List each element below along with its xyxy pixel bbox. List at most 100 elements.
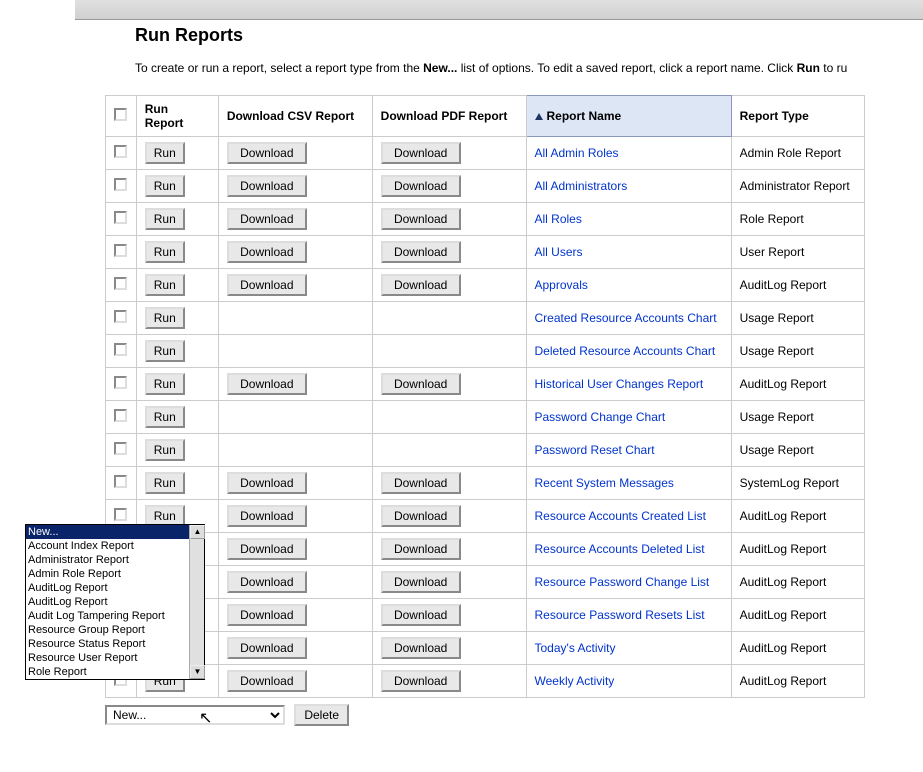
header-report-type[interactable]: Report Type	[731, 96, 864, 137]
dropdown-option[interactable]: Account Index Report	[26, 539, 204, 553]
report-name-link[interactable]: Resource Password Resets List	[535, 608, 705, 622]
row-checkbox[interactable]	[114, 310, 127, 323]
delete-button[interactable]: Delete	[294, 704, 349, 726]
download-csv-button[interactable]: Download	[227, 175, 307, 197]
csv-cell	[218, 401, 372, 434]
scroll-up-icon[interactable]: ▲	[190, 525, 205, 539]
row-checkbox[interactable]	[114, 145, 127, 158]
report-name-link[interactable]: Password Reset Chart	[535, 443, 655, 457]
run-button[interactable]: Run	[145, 175, 185, 197]
row-checkbox[interactable]	[114, 343, 127, 356]
report-type-cell: AuditLog Report	[731, 533, 864, 566]
download-csv-button[interactable]: Download	[227, 505, 307, 527]
row-checkbox[interactable]	[114, 211, 127, 224]
report-name-link[interactable]: All Administrators	[535, 179, 628, 193]
download-pdf-button[interactable]: Download	[381, 142, 461, 164]
download-pdf-button[interactable]: Download	[381, 241, 461, 263]
report-name-cell: Resource Password Change List	[526, 566, 731, 599]
run-button[interactable]: Run	[145, 340, 185, 362]
report-name-link[interactable]: Approvals	[535, 278, 588, 292]
download-pdf-button[interactable]: Download	[381, 472, 461, 494]
run-button[interactable]: Run	[145, 373, 185, 395]
download-pdf-button[interactable]: Download	[381, 538, 461, 560]
run-button[interactable]: Run	[145, 307, 185, 329]
download-pdf-button[interactable]: Download	[381, 274, 461, 296]
header-report-name[interactable]: Report Name	[526, 96, 731, 137]
download-pdf-button[interactable]: Download	[381, 208, 461, 230]
csv-cell: Download	[218, 269, 372, 302]
report-name-link[interactable]: All Roles	[535, 212, 582, 226]
dropdown-option[interactable]: New...	[26, 525, 204, 539]
run-button[interactable]: Run	[145, 241, 185, 263]
dropdown-option[interactable]: Resource User Report	[26, 651, 204, 665]
report-name-link[interactable]: Resource Accounts Deleted List	[535, 542, 705, 556]
dropdown-option[interactable]: Administrator Report	[26, 553, 204, 567]
download-csv-button[interactable]: Download	[227, 670, 307, 692]
download-csv-button[interactable]: Download	[227, 142, 307, 164]
run-button[interactable]: Run	[145, 406, 185, 428]
download-pdf-button[interactable]: Download	[381, 670, 461, 692]
download-pdf-button[interactable]: Download	[381, 571, 461, 593]
download-csv-button[interactable]: Download	[227, 538, 307, 560]
row-checkbox[interactable]	[114, 244, 127, 257]
header-checkbox[interactable]	[106, 96, 137, 137]
report-name-link[interactable]: Recent System Messages	[535, 476, 674, 490]
run-button[interactable]: Run	[145, 472, 185, 494]
report-name-link[interactable]: Historical User Changes Report	[535, 377, 704, 391]
row-checkbox[interactable]	[114, 442, 127, 455]
row-checkbox[interactable]	[114, 475, 127, 488]
download-csv-button[interactable]: Download	[227, 373, 307, 395]
dropdown-option[interactable]: AuditLog Report	[26, 581, 204, 595]
select-all-checkbox[interactable]	[114, 108, 127, 121]
report-name-link[interactable]: Created Resource Accounts Chart	[535, 311, 717, 325]
download-csv-button[interactable]: Download	[227, 241, 307, 263]
report-name-link[interactable]: All Users	[535, 245, 583, 259]
dropdown-option[interactable]: Role Report	[26, 665, 204, 679]
header-run[interactable]: Run Report	[136, 96, 218, 137]
report-name-link[interactable]: Resource Accounts Created List	[535, 509, 706, 523]
download-csv-button[interactable]: Download	[227, 472, 307, 494]
run-button[interactable]: Run	[145, 208, 185, 230]
report-name-link[interactable]: Weekly Activity	[535, 674, 615, 688]
download-csv-button[interactable]: Download	[227, 637, 307, 659]
header-csv[interactable]: Download CSV Report	[218, 96, 372, 137]
header-pdf[interactable]: Download PDF Report	[372, 96, 526, 137]
dropdown-option[interactable]: Resource Status Report	[26, 637, 204, 651]
row-checkbox[interactable]	[114, 178, 127, 191]
report-name-link[interactable]: Password Change Chart	[535, 410, 666, 424]
dropdown-option[interactable]: Resource Group Report	[26, 623, 204, 637]
download-csv-button[interactable]: Download	[227, 208, 307, 230]
row-checkbox[interactable]	[114, 508, 127, 521]
report-name-link[interactable]: All Admin Roles	[535, 146, 619, 160]
download-pdf-button[interactable]: Download	[381, 637, 461, 659]
report-name-link[interactable]: Resource Password Change List	[535, 575, 710, 589]
dropdown-option[interactable]: Audit Log Tampering Report	[26, 609, 204, 623]
download-pdf-button[interactable]: Download	[381, 175, 461, 197]
row-checkbox[interactable]	[114, 277, 127, 290]
pdf-cell: Download	[372, 137, 526, 170]
download-csv-button[interactable]: Download	[227, 604, 307, 626]
scroll-down-icon[interactable]: ▼	[190, 665, 205, 679]
row-checkbox[interactable]	[114, 409, 127, 422]
report-name-link[interactable]: Today's Activity	[535, 641, 616, 655]
download-csv-button[interactable]: Download	[227, 274, 307, 296]
dropdown-scrollbar[interactable]: ▲ ▼	[189, 525, 204, 679]
pdf-cell: Download	[372, 170, 526, 203]
report-name-cell: All Roles	[526, 203, 731, 236]
run-button[interactable]: Run	[145, 142, 185, 164]
dropdown-option[interactable]: Admin Role Report	[26, 567, 204, 581]
run-button[interactable]: Run	[145, 274, 185, 296]
download-pdf-button[interactable]: Download	[381, 505, 461, 527]
new-report-dropdown-open[interactable]: New...Account Index ReportAdministrator …	[25, 524, 205, 680]
row-checkbox[interactable]	[114, 376, 127, 389]
run-button[interactable]: Run	[145, 439, 185, 461]
report-name-link[interactable]: Deleted Resource Accounts Chart	[535, 344, 716, 358]
table-row: RunDownloadDownloadAll Admin RolesAdmin …	[106, 137, 865, 170]
dropdown-option[interactable]: AuditLog Report	[26, 595, 204, 609]
download-pdf-button[interactable]: Download	[381, 604, 461, 626]
new-report-select[interactable]: New...	[105, 705, 285, 725]
report-name-cell: Approvals	[526, 269, 731, 302]
download-pdf-button[interactable]: Download	[381, 373, 461, 395]
run-cell: Run	[136, 467, 218, 500]
download-csv-button[interactable]: Download	[227, 571, 307, 593]
